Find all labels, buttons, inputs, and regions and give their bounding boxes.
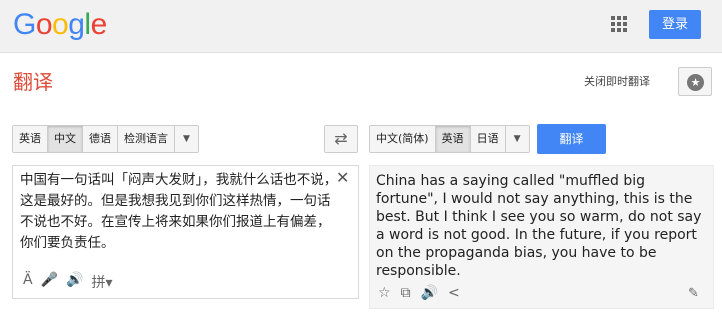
speaker-icon[interactable]: 🔊: [421, 285, 438, 301]
source-lang-chinese[interactable]: 中文: [48, 126, 83, 152]
translate-button[interactable]: 翻译: [537, 124, 606, 154]
logo-letter: o: [52, 8, 69, 41]
result-tools: ☆ ⧉ 🔊 <: [378, 285, 460, 301]
speaker-icon[interactable]: 🔊: [66, 272, 83, 292]
logo-letter: g: [68, 8, 85, 41]
chevron-down-icon[interactable]: ▼: [506, 126, 529, 152]
target-lang-japanese[interactable]: 日语: [471, 126, 506, 152]
source-tools: Ä 🎤 🔊 拼▾: [23, 272, 112, 292]
microphone-icon[interactable]: 🎤: [41, 272, 58, 292]
star-icon: ★: [687, 74, 704, 91]
source-language-bar: 英语 中文 德语 检测语言 ▼: [12, 125, 199, 153]
google-logo[interactable]: Google: [13, 7, 107, 43]
share-icon[interactable]: <: [448, 285, 460, 301]
close-icon[interactable]: ✕: [336, 168, 349, 187]
swap-languages-button[interactable]: ⇄: [324, 125, 358, 153]
phrasebook-button[interactable]: ★: [678, 67, 712, 96]
login-button[interactable]: 登录: [649, 10, 701, 39]
source-text[interactable]: 中国有一句话叫「闷声大发财」，我就什么话也不说，这是最好的。但是我想我见到你们这…: [20, 170, 340, 254]
target-lang-chinese-simplified[interactable]: 中文(简体): [370, 126, 436, 152]
translation-text: China has a saying called "muffled big f…: [376, 173, 702, 279]
transliterate-icon[interactable]: Ä: [23, 272, 33, 292]
swap-icon: ⇄: [334, 129, 348, 148]
chevron-down-icon[interactable]: ▼: [175, 126, 198, 152]
source-lang-german[interactable]: 德语: [83, 126, 118, 152]
source-lang-english[interactable]: 英语: [13, 126, 48, 152]
apps-grid-icon[interactable]: [611, 16, 627, 32]
source-lang-detect[interactable]: 检测语言: [118, 126, 175, 152]
target-language-bar: 中文(简体) 英语 日语 ▼: [369, 125, 530, 153]
logo-letter: G: [13, 8, 36, 41]
edit-icon[interactable]: ✎: [688, 286, 699, 301]
target-lang-english[interactable]: 英语: [435, 126, 471, 152]
page-title: 翻译: [13, 70, 53, 94]
instant-translate-toggle[interactable]: 关闭即时翻译: [584, 73, 650, 89]
star-icon[interactable]: ☆: [378, 285, 391, 301]
logo-letter: o: [35, 8, 53, 41]
logo-letter: e: [90, 8, 108, 41]
copy-icon[interactable]: ⧉: [401, 285, 411, 301]
input-tools-pinyin-icon[interactable]: 拼▾: [91, 272, 112, 292]
